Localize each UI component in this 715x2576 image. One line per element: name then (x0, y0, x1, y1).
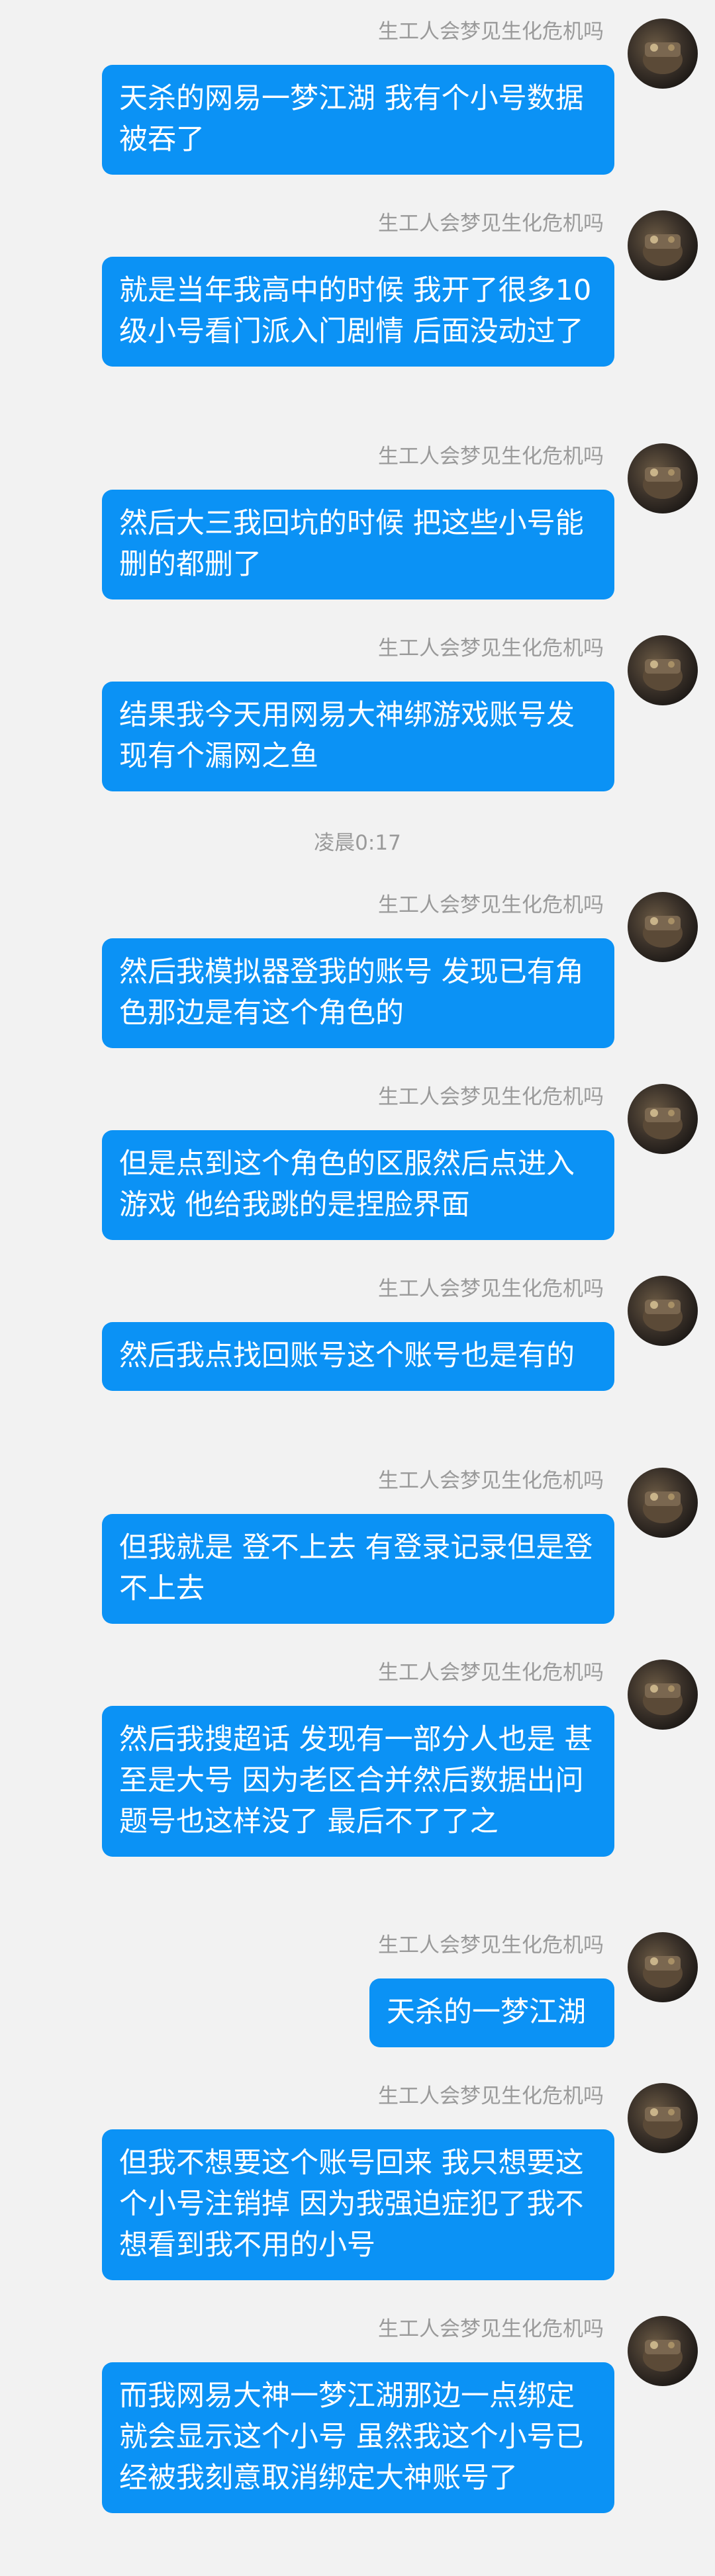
avatar-image-icon (643, 234, 683, 266)
sender-name: 生工人会梦见生化危机吗 (378, 1469, 604, 1493)
avatar-image-icon (643, 1956, 683, 1988)
timestamp: 凌晨0:17 (314, 831, 401, 855)
avatar-image-icon (643, 2107, 683, 2139)
avatar-image-icon (643, 2340, 683, 2372)
message-bubble[interactable]: 然后大三我回坑的时候 把这些小号能删的都删了 (102, 490, 614, 600)
sender-name: 生工人会梦见生化危机吗 (378, 2317, 604, 2341)
avatar[interactable] (628, 1660, 698, 1730)
avatar[interactable] (628, 635, 698, 705)
message-bubble[interactable]: 但我不想要这个账号回来 我只想要这个小号注销掉 因为我强迫症犯了我不想看到我不用… (102, 2129, 614, 2280)
message-bubble[interactable]: 但是点到这个角色的区服然后点进入游戏 他给我跳的是捏脸界面 (102, 1130, 614, 1240)
avatar[interactable] (628, 1932, 698, 2002)
avatar[interactable] (628, 2316, 698, 2386)
avatar-image-icon (643, 1300, 683, 1331)
sender-name: 生工人会梦见生化危机吗 (378, 445, 604, 468)
sender-name: 生工人会梦见生化危机吗 (378, 1085, 604, 1109)
message-bubble[interactable]: 天杀的一梦江湖 (369, 1978, 614, 2047)
message-bubble[interactable]: 结果我今天用网易大神绑游戏账号发现有个漏网之鱼 (102, 682, 614, 791)
avatar-image-icon (643, 916, 683, 948)
avatar-image-icon (643, 1108, 683, 1139)
sender-name: 生工人会梦见生化危机吗 (378, 893, 604, 917)
sender-name: 生工人会梦见生化危机吗 (378, 637, 604, 660)
message-bubble[interactable]: 而我网易大神一梦江湖那边一点绑定就会显示这个小号 虽然我这个小号已经被我刻意取消… (102, 2362, 614, 2513)
avatar[interactable] (628, 443, 698, 513)
avatar[interactable] (628, 892, 698, 962)
message-bubble[interactable]: 就是当年我高中的时候 我开了很多10级小号看门派入门剧情 后面没动过了 (102, 257, 614, 367)
sender-name: 生工人会梦见生化危机吗 (378, 20, 604, 44)
sender-name: 生工人会梦见生化危机吗 (378, 1661, 604, 1685)
sender-name: 生工人会梦见生化危机吗 (378, 1933, 604, 1957)
avatar[interactable] (628, 2083, 698, 2153)
sender-name: 生工人会梦见生化危机吗 (378, 2084, 604, 2108)
avatar[interactable] (628, 1084, 698, 1154)
sender-name: 生工人会梦见生化危机吗 (378, 1277, 604, 1301)
avatar-image-icon (643, 467, 683, 499)
avatar[interactable] (628, 1468, 698, 1538)
message-bubble[interactable]: 天杀的网易一梦江湖 我有个小号数据被吞了 (102, 65, 614, 175)
message-bubble[interactable]: 然后我模拟器登我的账号 发现已有角色那边是有这个角色的 (102, 938, 614, 1048)
avatar[interactable] (628, 19, 698, 89)
message-bubble[interactable]: 但我就是 登不上去 有登录记录但是登不上去 (102, 1514, 614, 1624)
message-bubble[interactable]: 然后我搜超话 发现有一部分人也是 甚至是大号 因为老区合并然后数据出问题号也这样… (102, 1706, 614, 1857)
avatar-image-icon (643, 1491, 683, 1523)
avatar-image-icon (643, 659, 683, 691)
avatar-image-icon (643, 1683, 683, 1715)
avatar[interactable] (628, 210, 698, 281)
avatar[interactable] (628, 1276, 698, 1346)
sender-name: 生工人会梦见生化危机吗 (378, 212, 604, 236)
avatar-image-icon (643, 42, 683, 74)
message-bubble[interactable]: 然后我点找回账号这个账号也是有的 (102, 1322, 614, 1391)
